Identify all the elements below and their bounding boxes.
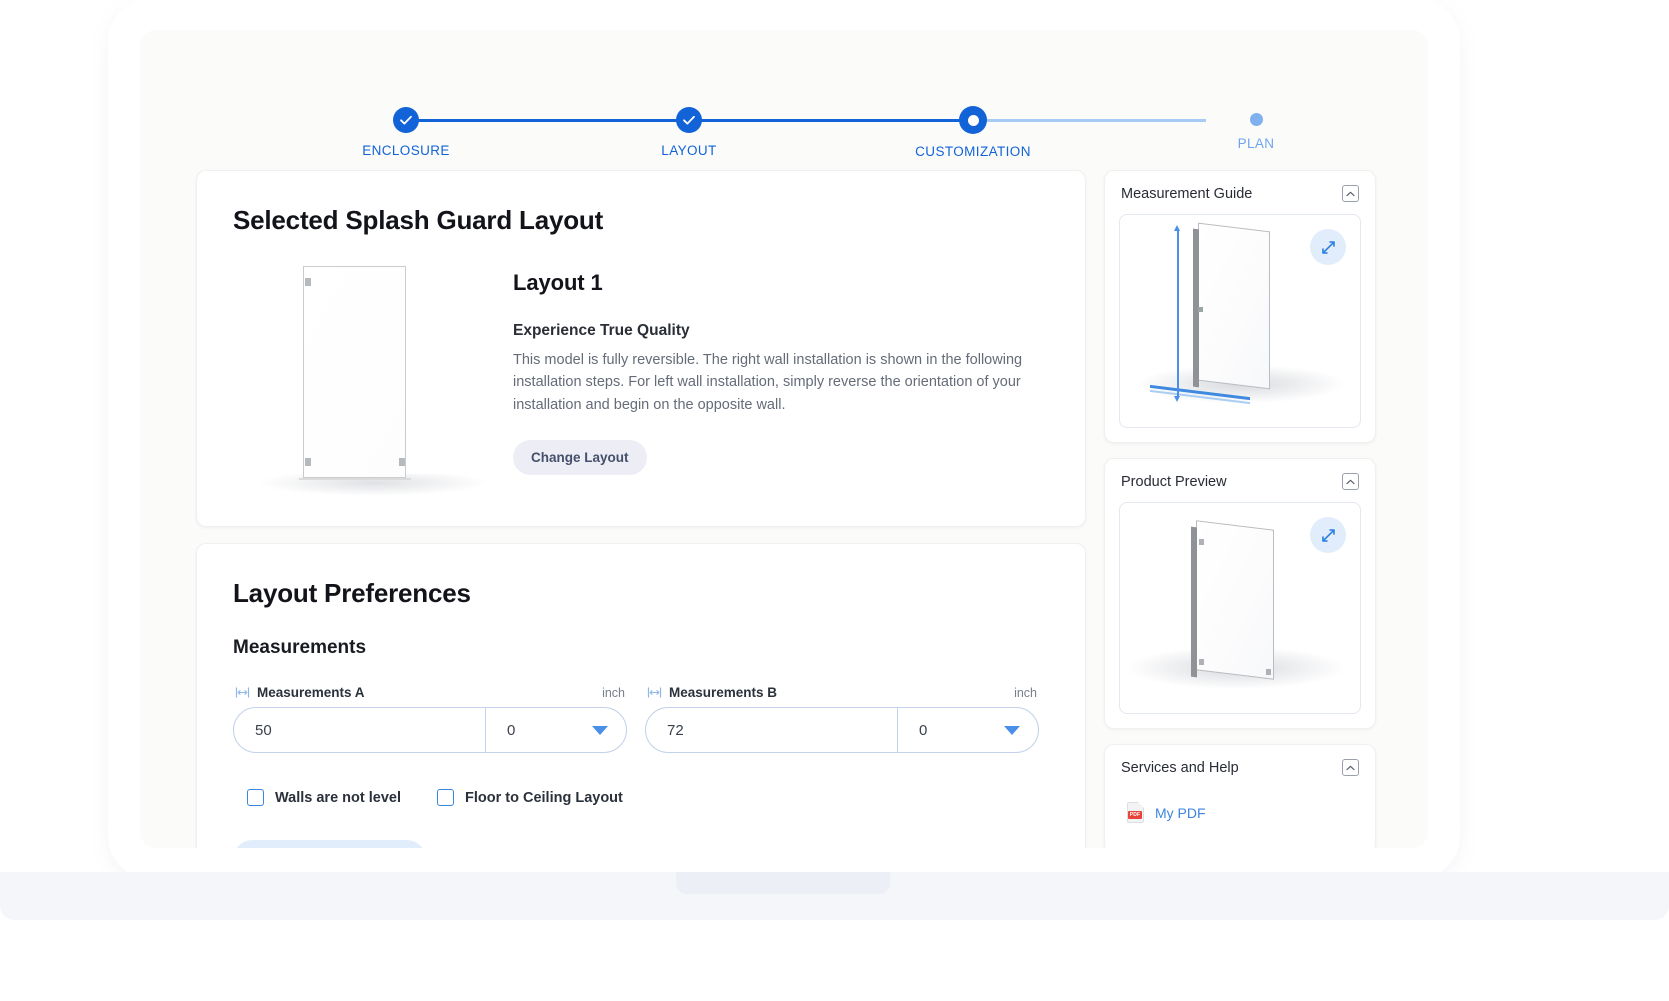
- checkbox-floor-to-ceiling[interactable]: Floor to Ceiling Layout: [437, 789, 623, 806]
- thumbnail-clip-bottom-left: [305, 458, 311, 466]
- pdf-file-icon: PDF: [1127, 802, 1144, 823]
- thumbnail-clip-bottom-right: [399, 458, 405, 466]
- step-plan-label: PLAN: [1166, 136, 1346, 151]
- dimension-arrowhead-top: [1174, 225, 1180, 231]
- checkbox-floor-to-ceiling-label: Floor to Ceiling Layout: [465, 790, 623, 806]
- measurement-a-fraction-value: 0: [507, 722, 515, 739]
- step-customization[interactable]: CUSTOMIZATION: [883, 88, 1063, 159]
- selected-layout-card: Selected Splash Guard Layout: [196, 170, 1086, 527]
- measurement-guide-expand-button[interactable]: [1310, 229, 1346, 265]
- check-icon: [393, 107, 419, 133]
- chevron-down-icon[interactable]: [592, 726, 608, 735]
- measurement-group-a: Measurements A inch 50 0: [233, 685, 627, 753]
- step-enclosure[interactable]: ENCLOSURE: [316, 88, 496, 158]
- panel-clip-marker: [1198, 307, 1203, 312]
- panel-clip-top: [1199, 539, 1204, 545]
- main-column: Selected Splash Guard Layout: [196, 170, 1086, 848]
- check-icon: [676, 107, 702, 133]
- step-customization-label: CUSTOMIZATION: [883, 144, 1063, 159]
- glass-panel-front: [1198, 223, 1270, 390]
- horizontal-measure-icon: [647, 687, 662, 698]
- glass-panel-side: [1191, 527, 1197, 678]
- product-preview-panel: Product Preview: [1104, 458, 1376, 729]
- chevron-up-icon: [1346, 191, 1355, 197]
- device-frame: ENCLOSURE LAYOUT CUSTOMIZATION: [118, 8, 1450, 870]
- dimension-arrowhead-bottom: [1174, 396, 1180, 402]
- layout-name: Layout 1: [513, 270, 1049, 296]
- product-preview-expand-button[interactable]: [1310, 517, 1346, 553]
- measurement-a-fraction-select[interactable]: 0: [486, 708, 626, 752]
- thumbnail-glass-panel: [303, 266, 406, 478]
- layout-preferences-card: Layout Preferences Measurements: [196, 543, 1086, 848]
- step-enclosure-dot: [393, 107, 419, 133]
- chevron-up-icon: [1346, 479, 1355, 485]
- product-preview-collapse-button[interactable]: [1342, 473, 1359, 490]
- preferences-title: Layout Preferences: [233, 578, 1049, 609]
- services-item-my-pdf[interactable]: PDF My PDF: [1121, 794, 1359, 831]
- vertical-dimension-line: [1177, 231, 1179, 397]
- glass-panel-front: [1196, 520, 1274, 680]
- progress-stepper: ENCLOSURE LAYOUT CUSTOMIZATION: [196, 88, 1376, 168]
- pdf-badge-label: PDF: [1128, 811, 1142, 819]
- chevron-down-icon[interactable]: [1004, 726, 1020, 735]
- services-and-help-panel: Services and Help PDF: [1104, 744, 1376, 848]
- checkbox-walls-not-level[interactable]: Walls are not level: [247, 789, 401, 806]
- expand-arrows-icon: [1321, 240, 1336, 255]
- measurement-guide-title: Measurement Guide: [1121, 186, 1252, 202]
- step-plan[interactable]: PLAN: [1166, 88, 1346, 151]
- services-and-help-collapse-button[interactable]: [1342, 759, 1359, 776]
- expand-arrows-icon: [1321, 528, 1336, 543]
- checkbox-walls-not-level-label: Walls are not level: [275, 790, 401, 806]
- step-layout-label: LAYOUT: [599, 143, 779, 158]
- measurement-b-field[interactable]: 72 0: [645, 707, 1039, 753]
- step-layout[interactable]: LAYOUT: [599, 88, 779, 158]
- layout-subheading: Experience True Quality: [513, 322, 1049, 340]
- product-preview-viewer[interactable]: [1119, 502, 1361, 714]
- chevron-up-icon: [1346, 765, 1355, 771]
- configurator-app: ENCLOSURE LAYOUT CUSTOMIZATION: [140, 30, 1428, 848]
- measurement-a-unit: inch: [602, 686, 625, 700]
- layout-description: This model is fully reversible. The righ…: [513, 349, 1049, 416]
- horizontal-measure-icon: [235, 687, 250, 698]
- measurement-group-b: Measurements B inch 72 0: [645, 685, 1039, 753]
- thumbnail-floor-line: [299, 478, 411, 480]
- measurement-guide-viewer[interactable]: [1119, 214, 1361, 428]
- sidebar-column: Measurement Guide: [1104, 170, 1376, 848]
- measurement-b-fraction-value: 0: [919, 722, 927, 739]
- services-item-my-pdf-label: My PDF: [1155, 805, 1206, 821]
- measurement-b-label: Measurements B: [669, 685, 777, 700]
- services-and-help-title: Services and Help: [1121, 760, 1239, 776]
- measurements-row: Measurements A inch 50 0: [233, 685, 1049, 753]
- step-layout-dot: [676, 107, 702, 133]
- measurement-a-label: Measurements A: [257, 685, 365, 700]
- panel-clip-bottom-right: [1266, 669, 1271, 675]
- show-measuring-guide-button[interactable]: Show Measuring Guide: [233, 840, 426, 848]
- measurement-guide-collapse-button[interactable]: [1342, 185, 1359, 202]
- layout-thumbnail: [233, 266, 483, 496]
- measurement-a-whole-input[interactable]: 50: [234, 708, 485, 752]
- device-screen: ENCLOSURE LAYOUT CUSTOMIZATION: [140, 30, 1428, 848]
- thumbnail-clip-top-left: [305, 278, 311, 286]
- checkbox-box-icon[interactable]: [437, 789, 454, 806]
- laptop-notch: [676, 872, 890, 894]
- product-preview-title: Product Preview: [1121, 474, 1227, 490]
- step-plan-dot: [1250, 113, 1263, 126]
- measurement-guide-panel: Measurement Guide: [1104, 170, 1376, 443]
- panel-clip-bottom-left: [1199, 659, 1204, 665]
- step-enclosure-label: ENCLOSURE: [316, 143, 496, 158]
- page-title: Selected Splash Guard Layout: [233, 205, 1049, 236]
- measurement-b-fraction-select[interactable]: 0: [898, 708, 1038, 752]
- step-customization-dot: [959, 106, 987, 134]
- measurement-a-field[interactable]: 50 0: [233, 707, 627, 753]
- checkbox-box-icon[interactable]: [247, 789, 264, 806]
- change-layout-button[interactable]: Change Layout: [513, 440, 647, 475]
- measurement-b-unit: inch: [1014, 686, 1037, 700]
- measurement-b-whole-input[interactable]: 72: [646, 708, 897, 752]
- layout-options-row: Walls are not level Floor to Ceiling Lay…: [233, 789, 1049, 806]
- measurements-subtitle: Measurements: [233, 637, 1049, 659]
